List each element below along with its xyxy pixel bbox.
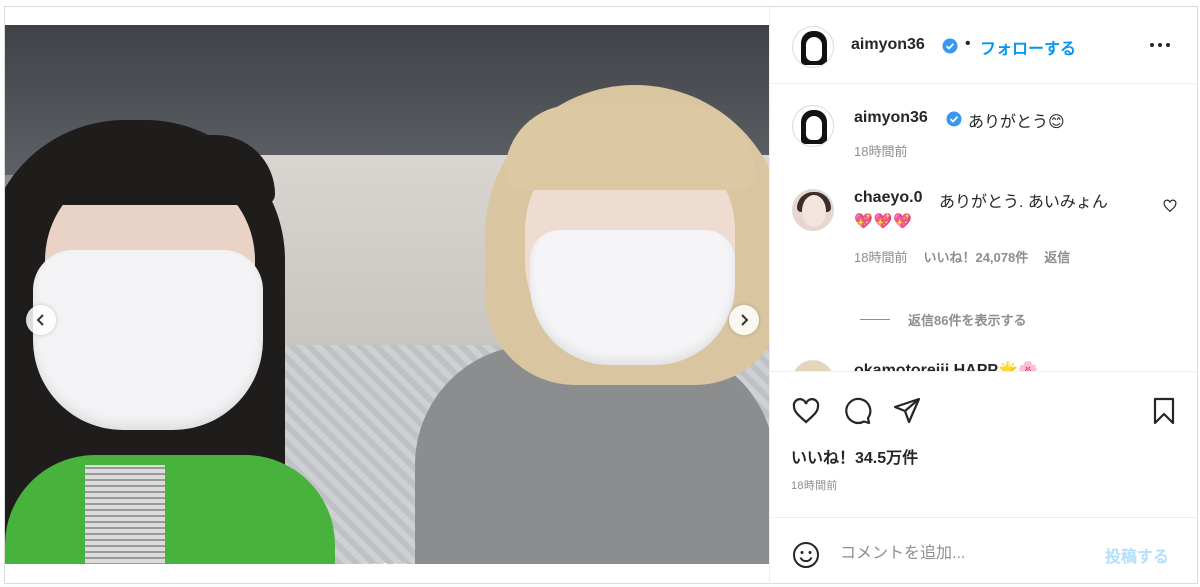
caption-avatar[interactable] — [792, 105, 834, 147]
comment-icon — [845, 397, 872, 425]
comment-input[interactable] — [840, 539, 1090, 569]
comment-username[interactable]: chaeyo.0 — [854, 189, 922, 207]
post-likes-count[interactable]: いいね！34.5万件 — [791, 444, 918, 468]
post-photo[interactable] — [5, 25, 769, 564]
comment-partial-text: okamotoreiji HAPP🌟🌸 — [854, 362, 1038, 371]
post-header: aimyon36 • フォローする — [770, 7, 1198, 84]
carousel-indicator — [362, 563, 408, 564]
caption-text: ありがとう😊 — [968, 114, 1065, 131]
caption-timestamp[interactable]: 18時間前 — [854, 141, 907, 160]
comment-avatar[interactable] — [792, 189, 834, 231]
comment-likes-count[interactable]: いいね！24,078件 — [923, 247, 1028, 266]
add-comment-bar: 投稿する — [770, 517, 1198, 584]
verified-badge-icon — [942, 38, 958, 54]
like-button[interactable] — [791, 396, 821, 426]
comment-like-heart-icon[interactable] — [1163, 199, 1177, 213]
send-icon — [893, 397, 921, 424]
photo-person-left-mask — [33, 250, 263, 430]
post-comment-button[interactable]: 投稿する — [1105, 543, 1169, 567]
share-button[interactable] — [892, 396, 922, 426]
author-username[interactable]: aimyon36 — [851, 36, 925, 54]
post-side-panel: aimyon36 • フォローする aimyon36 ありがとう😊 18時間前 — [769, 7, 1198, 584]
more-horizontal-icon[interactable] — [1150, 37, 1172, 53]
carousel-next-button[interactable] — [729, 305, 759, 335]
carousel-dot — [402, 563, 408, 564]
header-separator: • — [965, 35, 971, 52]
carousel-dot — [392, 563, 398, 564]
carousel-dot — [382, 563, 388, 564]
photo-person-right-mask — [530, 230, 735, 365]
caption-username[interactable]: aimyon36 — [854, 109, 928, 127]
comments-list[interactable]: aimyon36 ありがとう😊 18時間前 chaeyo.0 ありがとう. あい… — [770, 85, 1198, 371]
verified-badge-icon — [946, 111, 962, 127]
photo-person-left-bangs — [35, 135, 275, 205]
comment-emoji-hearts: 💖💖💖 — [854, 213, 914, 230]
photo-person-right-bangs — [505, 105, 755, 190]
chevron-right-icon — [741, 314, 749, 326]
post-action-bar — [770, 371, 1198, 431]
carousel-dot — [372, 563, 378, 564]
save-button[interactable] — [1149, 396, 1179, 426]
emoji-icon[interactable] — [792, 541, 820, 569]
chevron-left-icon — [36, 314, 44, 326]
photo-person-left-sweater — [5, 455, 335, 564]
comment-button[interactable] — [842, 396, 872, 426]
carousel-prev-button[interactable] — [26, 305, 56, 335]
comment-reply-button[interactable]: 返信 — [1044, 247, 1070, 266]
view-replies-label: 返信86件を表示する — [908, 313, 1027, 328]
comment-text: ありがとう. あいみょん — [939, 194, 1108, 211]
replies-divider-line — [860, 319, 890, 320]
heart-icon — [792, 398, 820, 424]
instagram-post-modal: aimyon36 • フォローする aimyon36 ありがとう😊 18時間前 — [0, 0, 1200, 587]
carousel-dot — [362, 563, 368, 564]
follow-button[interactable]: フォローする — [980, 35, 1076, 59]
photo-person-left-shirt — [85, 465, 165, 564]
post-timestamp[interactable]: 18時間前 — [791, 477, 838, 493]
comment-avatar[interactable] — [792, 360, 834, 371]
author-avatar[interactable] — [792, 26, 834, 68]
comment-timestamp[interactable]: 18時間前 — [854, 247, 907, 266]
comment-meta: 18時間前 いいね！24,078件 返信 — [854, 247, 1070, 266]
bookmark-icon — [1153, 397, 1175, 425]
view-replies-button[interactable]: 返信86件を表示する — [860, 310, 1026, 329]
